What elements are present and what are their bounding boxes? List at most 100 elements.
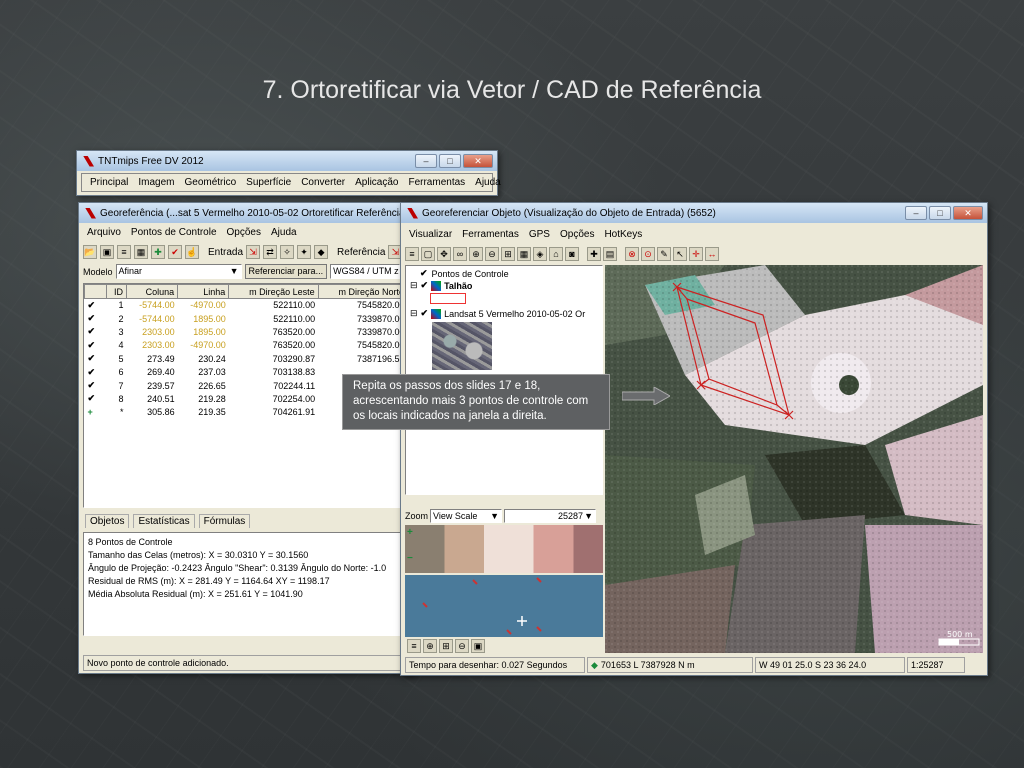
column-header-linha[interactable]: Linha bbox=[177, 284, 230, 299]
tab-formulas[interactable]: Fórmulas bbox=[198, 514, 251, 528]
menu-geometrico[interactable]: Geométrico bbox=[184, 177, 236, 188]
table-row[interactable]: ✔ 4 2303.00 -4970.00 763520.00 7545820.00 bbox=[85, 339, 408, 352]
menu-superficie[interactable]: Superfície bbox=[246, 177, 291, 188]
locator-map[interactable] bbox=[405, 575, 603, 637]
view-app-icon bbox=[407, 207, 418, 219]
landsat-thumbnail bbox=[432, 322, 492, 370]
menu-ferramentas[interactable]: Ferramentas bbox=[462, 229, 519, 240]
zoom-out-icon[interactable]: − bbox=[407, 553, 413, 564]
menu-imagem[interactable]: Imagem bbox=[138, 177, 174, 188]
georeferencia-titlebar[interactable]: Georeferência (...sat 5 Vermelho 2010-05… bbox=[79, 203, 413, 223]
legend-icon[interactable]: ≡ bbox=[405, 247, 419, 261]
menu-ajuda[interactable]: Ajuda bbox=[271, 227, 297, 238]
column-header-coluna[interactable]: Coluna bbox=[125, 284, 179, 299]
menu-visualizar[interactable]: Visualizar bbox=[409, 229, 452, 240]
collapse-icon[interactable]: ⊟ bbox=[410, 308, 418, 319]
check-icon[interactable]: ✔ bbox=[168, 245, 182, 259]
entrada-pin-icon[interactable]: ✦ bbox=[297, 245, 312, 259]
zoom-box-icon[interactable]: ⊞ bbox=[439, 639, 453, 653]
entrada-mode-icon[interactable]: ⇲ bbox=[246, 245, 261, 259]
map-canvas[interactable]: 500 m bbox=[605, 265, 983, 653]
layer-row[interactable]: ⊟ ✔ Talhão bbox=[406, 279, 602, 292]
menu-hotkeys[interactable]: HotKeys bbox=[604, 229, 642, 240]
tab-estatisticas[interactable]: Estatísticas bbox=[133, 514, 195, 528]
legend-icon[interactable]: ≡ bbox=[407, 639, 421, 653]
table-row[interactable]: ✔ 3 2303.00 1895.00 763520.00 7339870.00 bbox=[85, 325, 408, 338]
zoom-in-icon[interactable]: + bbox=[407, 527, 413, 538]
view-titlebar[interactable]: Georeferenciar Objeto (Visualização do O… bbox=[401, 203, 987, 223]
edit-icon[interactable]: ✎ bbox=[657, 247, 671, 261]
layer-row[interactable]: ⊟ ✔ Landsat 5 Vermelho 2010-05-02 Or bbox=[406, 304, 602, 320]
menu-gps[interactable]: GPS bbox=[529, 229, 550, 240]
menu-arquivo[interactable]: Arquivo bbox=[87, 227, 121, 238]
table-row[interactable]: ✔ 2 -5744.00 1895.00 522110.00 7339870.00 bbox=[85, 312, 408, 325]
check-icon[interactable]: ✔ bbox=[421, 280, 429, 291]
modelo-select[interactable]: Afinar ▼ bbox=[115, 264, 242, 279]
column-header-id[interactable]: ID bbox=[106, 284, 127, 299]
check-icon[interactable]: ✔ bbox=[420, 268, 428, 279]
grid-icon[interactable]: ▦ bbox=[517, 247, 531, 261]
layer-name: Talhão bbox=[444, 280, 473, 291]
add-layer-icon[interactable]: ✚ bbox=[587, 247, 601, 261]
column-header-leste[interactable]: m Direção Leste bbox=[228, 284, 319, 299]
menu-opcoes[interactable]: Opções bbox=[227, 227, 261, 238]
layers-icon[interactable]: ◈ bbox=[533, 247, 547, 261]
map-icon[interactable]: ▣ bbox=[471, 639, 485, 653]
menu-ferramentas[interactable]: Ferramentas bbox=[408, 177, 465, 188]
stop-icon[interactable]: ⊗ bbox=[625, 247, 639, 261]
frame-icon[interactable]: ▢ bbox=[421, 247, 435, 261]
referenciar-para-button[interactable]: Referenciar para... bbox=[244, 264, 328, 279]
home-icon[interactable]: ⌂ bbox=[549, 247, 563, 261]
close-button[interactable]: ✕ bbox=[953, 206, 983, 220]
collapse-icon[interactable]: ⊟ bbox=[410, 280, 418, 291]
grid-icon[interactable]: ▦ bbox=[134, 245, 148, 259]
binoculars-icon[interactable]: ∞ bbox=[453, 247, 467, 261]
zoom-value-field[interactable]: 25287 ▼ bbox=[504, 509, 597, 523]
menu-ajuda[interactable]: Ajuda bbox=[475, 177, 501, 188]
menu-principal[interactable]: Principal bbox=[90, 177, 128, 188]
list-icon[interactable]: ≡ bbox=[117, 245, 131, 259]
remove-layer-icon[interactable]: ▤ bbox=[603, 247, 617, 261]
search-icon[interactable]: ⊙ bbox=[641, 247, 655, 261]
menu-pontos-de-controle[interactable]: Pontos de Controle bbox=[131, 227, 217, 238]
check-icon[interactable]: ✔ bbox=[421, 308, 429, 319]
pointer-icon[interactable]: ↖ bbox=[673, 247, 687, 261]
minimize-button[interactable]: – bbox=[905, 206, 927, 220]
entrada-tag-icon[interactable]: ◆ bbox=[314, 245, 329, 259]
add-point-icon[interactable]: ✚ bbox=[151, 245, 165, 259]
zoom-mode-select[interactable]: View Scale ▼ bbox=[430, 509, 503, 523]
column-header-norte[interactable]: m Direção Norte bbox=[317, 284, 408, 299]
menu-aplicacao[interactable]: Aplicação bbox=[355, 177, 398, 188]
table-row[interactable]: ✔ 5 273.49 230.24 703290.87 7387196.55 bbox=[85, 352, 408, 365]
hand-icon[interactable]: ☝ bbox=[185, 245, 199, 259]
crs-field[interactable]: WGS84 / UTM zo bbox=[330, 264, 401, 279]
slide-title: 7. Ortoretificar via Vetor / CAD de Refe… bbox=[262, 76, 762, 104]
layer-row[interactable]: ✔ Pontos de Controle bbox=[406, 266, 602, 279]
zoom-box-icon[interactable]: ⊞ bbox=[501, 247, 515, 261]
zoom-out-icon[interactable]: ⊖ bbox=[485, 247, 499, 261]
menu-opcoes[interactable]: Opções bbox=[560, 229, 594, 240]
coords-status: ◆ 701653 L 7387928 N m bbox=[587, 657, 753, 673]
zoom-in-icon[interactable]: ⊕ bbox=[469, 247, 483, 261]
entrada-link-icon[interactable]: ⇄ bbox=[263, 245, 278, 259]
zoom-out-icon[interactable]: ⊖ bbox=[455, 639, 469, 653]
pan-icon[interactable]: ✥ bbox=[437, 247, 451, 261]
modelo-label: Modelo bbox=[83, 266, 113, 277]
crosshair-icon[interactable]: ✛ bbox=[689, 247, 703, 261]
close-button[interactable]: ✕ bbox=[463, 154, 493, 168]
camera-icon[interactable]: ◙ bbox=[565, 247, 579, 261]
tab-objetos[interactable]: Objetos bbox=[85, 514, 130, 528]
open-icon[interactable]: 📂 bbox=[83, 245, 97, 259]
tntmips-titlebar[interactable]: TNTmips Free DV 2012 – □ ✕ bbox=[77, 151, 497, 171]
coords-value: 701653 L 7387928 N m bbox=[600, 660, 695, 670]
menu-converter[interactable]: Converter bbox=[301, 177, 345, 188]
table-row[interactable]: ✔ 1 -5744.00 -4970.00 522110.00 7545820.00 bbox=[85, 299, 408, 312]
save-icon[interactable]: ▣ bbox=[100, 245, 114, 259]
row-status-icon: ✔ bbox=[87, 313, 96, 324]
measure-icon[interactable]: ↔ bbox=[705, 247, 719, 261]
maximize-button[interactable]: □ bbox=[929, 206, 951, 220]
zoom-in-icon[interactable]: ⊕ bbox=[423, 639, 437, 653]
entrada-star-icon[interactable]: ✧ bbox=[280, 245, 295, 259]
maximize-button[interactable]: □ bbox=[439, 154, 461, 168]
minimize-button[interactable]: – bbox=[415, 154, 437, 168]
